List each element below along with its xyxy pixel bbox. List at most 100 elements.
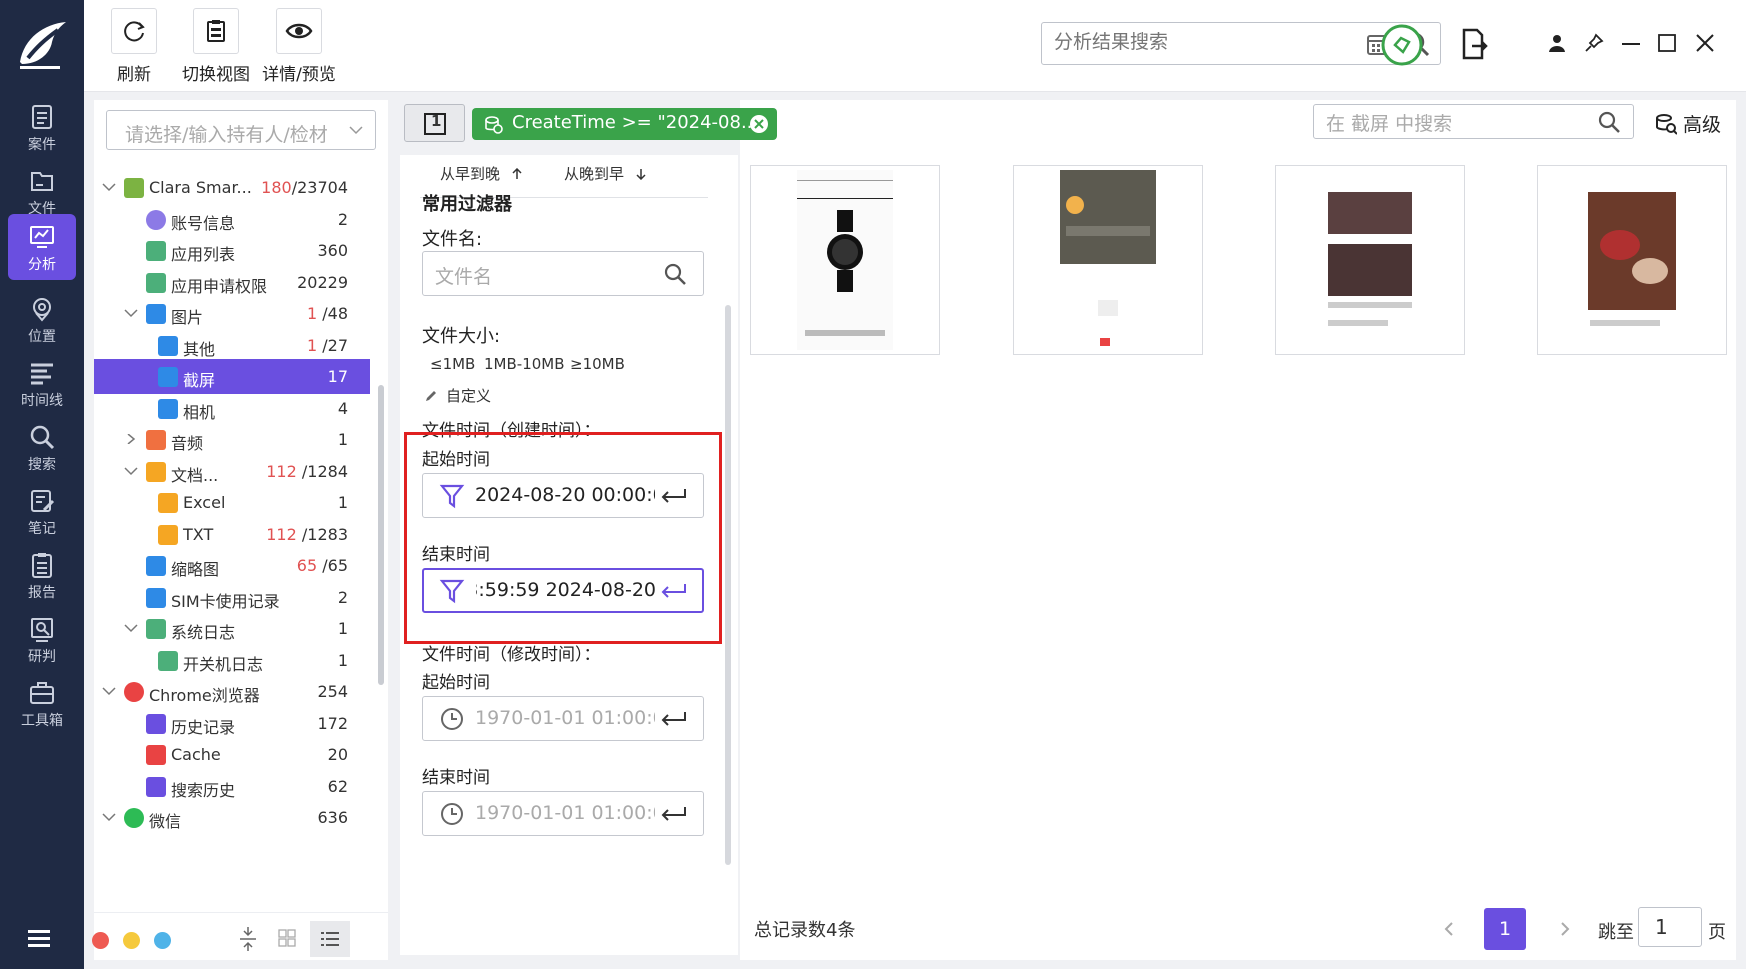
tree-row[interactable]: 搜索历史 62	[94, 769, 370, 804]
enter-icon[interactable]	[659, 487, 687, 505]
advanced-search-button[interactable]: 高级	[1655, 110, 1721, 137]
sort-desc-button[interactable]: 从晚到早	[564, 163, 647, 184]
yellow-dot-icon[interactable]	[123, 932, 140, 949]
nav-item-note[interactable]: 笔记	[8, 478, 76, 544]
close-icon[interactable]	[749, 114, 769, 134]
size-option-large[interactable]: ≥10MB	[570, 355, 625, 373]
collapse-all-icon[interactable]	[238, 927, 258, 951]
thumbnail-4[interactable]	[1537, 165, 1727, 355]
nav-item-case[interactable]: 案件	[8, 94, 76, 160]
sort-asc-button[interactable]: 从早到晚	[440, 163, 523, 184]
user-icon[interactable]	[1548, 34, 1566, 52]
create-end-input[interactable]: 2024-08-20 23:59:59	[422, 568, 704, 613]
close-icon[interactable]	[1696, 34, 1714, 52]
tree-row[interactable]: Chrome浏览器 254	[94, 674, 370, 709]
enter-icon[interactable]	[659, 582, 687, 600]
create-start-label: 起始时间	[422, 450, 490, 470]
modify-end-input[interactable]: 1970-01-01 01:00:00	[422, 791, 704, 836]
chevron-right-icon[interactable]	[124, 434, 138, 444]
blue-dot-icon[interactable]	[154, 932, 171, 949]
page-button-current[interactable]: 1	[1484, 908, 1526, 950]
thumbnail-1[interactable]	[750, 165, 940, 355]
report-icon	[32, 553, 52, 578]
tree-row[interactable]: 音频 1	[94, 422, 370, 457]
custom-size-button[interactable]: 自定义	[424, 385, 491, 406]
tree-row[interactable]: 应用申请权限 20229	[94, 265, 370, 300]
filename-label: 文件名:	[422, 229, 483, 250]
nav-item-location[interactable]: 位置	[8, 286, 76, 352]
tree-row[interactable]: 相机 4	[94, 391, 370, 426]
chevron-down-icon[interactable]	[124, 466, 138, 476]
enter-icon[interactable]	[659, 805, 687, 823]
size-option-small[interactable]: ≤1MB	[430, 355, 475, 373]
nav-item-judge[interactable]: 研判	[8, 606, 76, 672]
result-search-box[interactable]: 在 截屏 中搜索	[1313, 104, 1634, 139]
tree-scrollbar[interactable]	[378, 385, 384, 685]
analysis-search-input[interactable]	[1054, 31, 1354, 53]
filename-input[interactable]: 文件名	[422, 251, 704, 296]
create-start-input[interactable]: 2024-08-20 00:00:00	[422, 473, 704, 518]
search-icon[interactable]	[1597, 110, 1621, 134]
modify-start-input[interactable]: 1970-01-01 01:00:00	[422, 696, 704, 741]
nav-item-search[interactable]: 搜索	[8, 414, 76, 480]
hamburger-menu-icon[interactable]	[28, 928, 56, 950]
export-icon[interactable]	[1460, 28, 1488, 60]
account-icon	[146, 209, 166, 230]
tree-row[interactable]: 微信 636	[94, 800, 370, 835]
nav-item-analysis[interactable]: 分析	[8, 214, 76, 280]
holder-select[interactable]: 请选择/输入持有人/检材	[106, 110, 376, 150]
switch-view-button[interactable]: 切换视图	[176, 8, 256, 85]
tree-row[interactable]: 应用列表 360	[94, 233, 370, 268]
list-view-button[interactable]	[310, 921, 350, 957]
pin-icon[interactable]	[1584, 33, 1604, 53]
red-dot-icon[interactable]	[92, 932, 109, 949]
tree-row[interactable]: 图片 1 /48	[94, 296, 370, 331]
tree-row[interactable]: Clara Smar... 180/23704	[94, 175, 370, 205]
chevron-down-icon[interactable]	[102, 686, 116, 696]
timeline-icon	[31, 363, 53, 385]
chevron-down-icon[interactable]	[102, 182, 116, 192]
history-icon	[146, 776, 166, 797]
refresh-button[interactable]: 刷新	[110, 8, 158, 85]
chevron-down-icon[interactable]	[124, 623, 138, 633]
tree-row[interactable]: TXT 112 /1283	[94, 517, 370, 552]
tree-row[interactable]: 账号信息 2	[94, 202, 370, 237]
tree-row[interactable]: 系统日志 1	[94, 611, 370, 646]
chevron-down-icon[interactable]	[124, 308, 138, 318]
tree-row[interactable]: Excel 1	[94, 485, 370, 520]
list-icon	[146, 241, 166, 261]
tree-row[interactable]: 截屏 17	[94, 359, 370, 394]
image-icon	[146, 304, 166, 324]
enter-icon[interactable]	[659, 710, 687, 728]
size-option-medium[interactable]: 1MB-10MB	[484, 355, 565, 373]
tree-row[interactable]: 缩略图 65 /65	[94, 548, 370, 583]
jump-page-input[interactable]: 1	[1638, 907, 1702, 947]
advanced-search-label: 高级	[1683, 114, 1722, 136]
nav-item-timeline[interactable]: 时间线	[8, 350, 76, 416]
filter-scrollbar[interactable]	[725, 305, 731, 865]
nav-item-toolbox[interactable]: 工具箱	[8, 670, 76, 736]
tree-row[interactable]: 其他 1 /27	[94, 328, 370, 363]
tree-row[interactable]: 开关机日志 1	[94, 643, 370, 678]
next-page-button[interactable]	[1544, 908, 1586, 950]
prev-page-button[interactable]	[1428, 908, 1470, 950]
active-filter-tag[interactable]: CreateTime >= "2024-08...	[472, 108, 777, 140]
search-icon[interactable]	[663, 262, 687, 286]
tree-row-count: 1 /48	[306, 304, 348, 323]
nav-label: 研判	[28, 649, 56, 665]
minimize-icon[interactable]	[1622, 42, 1640, 46]
tree-row[interactable]: SIM卡使用记录 2	[94, 580, 370, 615]
nav-item-report[interactable]: 报告	[8, 542, 76, 608]
tree-row[interactable]: Cache 20	[94, 737, 370, 772]
chevron-down-icon[interactable]	[102, 812, 116, 822]
status-ok-icon[interactable]	[1381, 24, 1423, 66]
thumbnail-2[interactable]	[1013, 165, 1203, 355]
thumbnail-3[interactable]	[1275, 165, 1465, 355]
details-preview-button[interactable]: 详情/预览	[254, 8, 344, 85]
grid-view-icon[interactable]	[278, 929, 296, 947]
view-toggle-button[interactable]: 1	[404, 104, 465, 142]
tree-row[interactable]: 历史记录 172	[94, 706, 370, 741]
refresh-label: 刷新	[117, 65, 151, 85]
tree-row[interactable]: 文档... 112 /1284	[94, 454, 370, 489]
maximize-icon[interactable]	[1658, 34, 1676, 52]
